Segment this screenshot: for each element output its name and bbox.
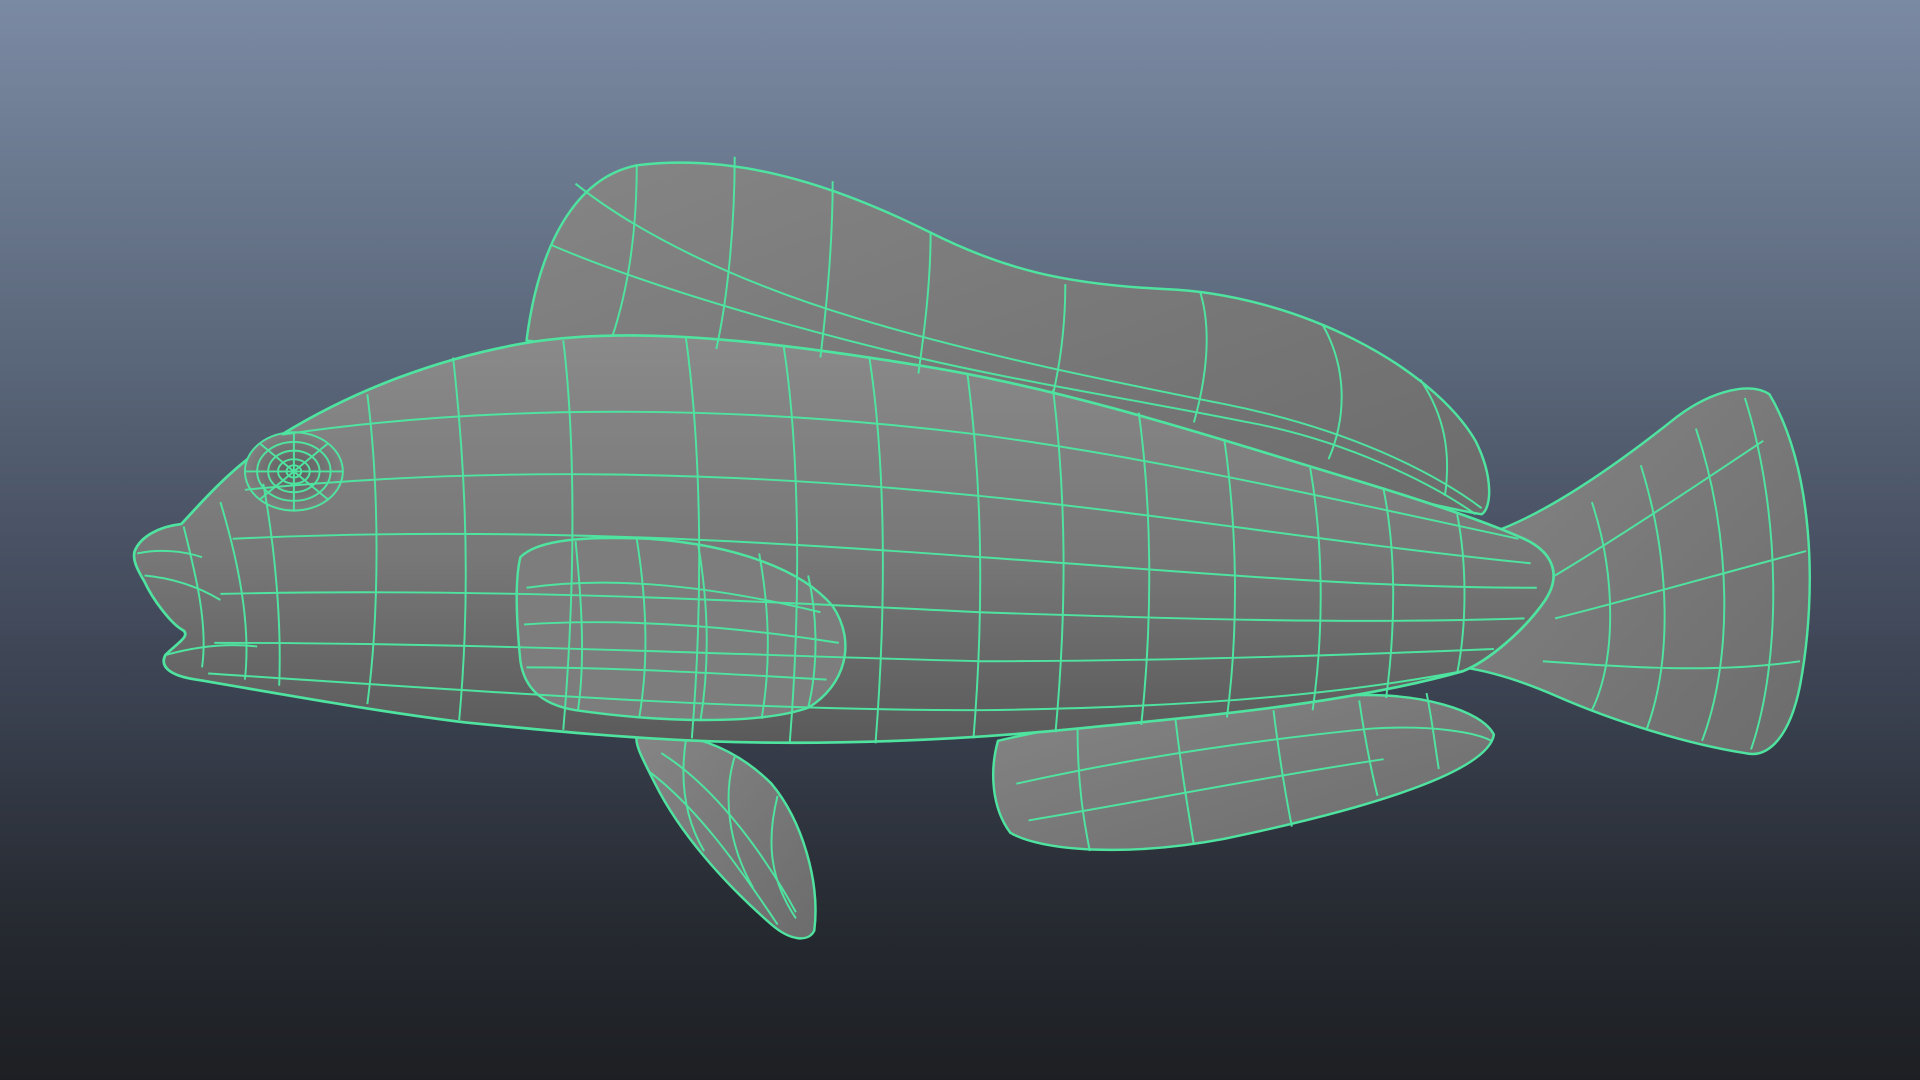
fish-mesh[interactable] <box>132 156 1811 940</box>
fish-model-viewport-svg[interactable] <box>0 0 1920 1080</box>
maya-viewport[interactable] <box>0 0 1920 1080</box>
